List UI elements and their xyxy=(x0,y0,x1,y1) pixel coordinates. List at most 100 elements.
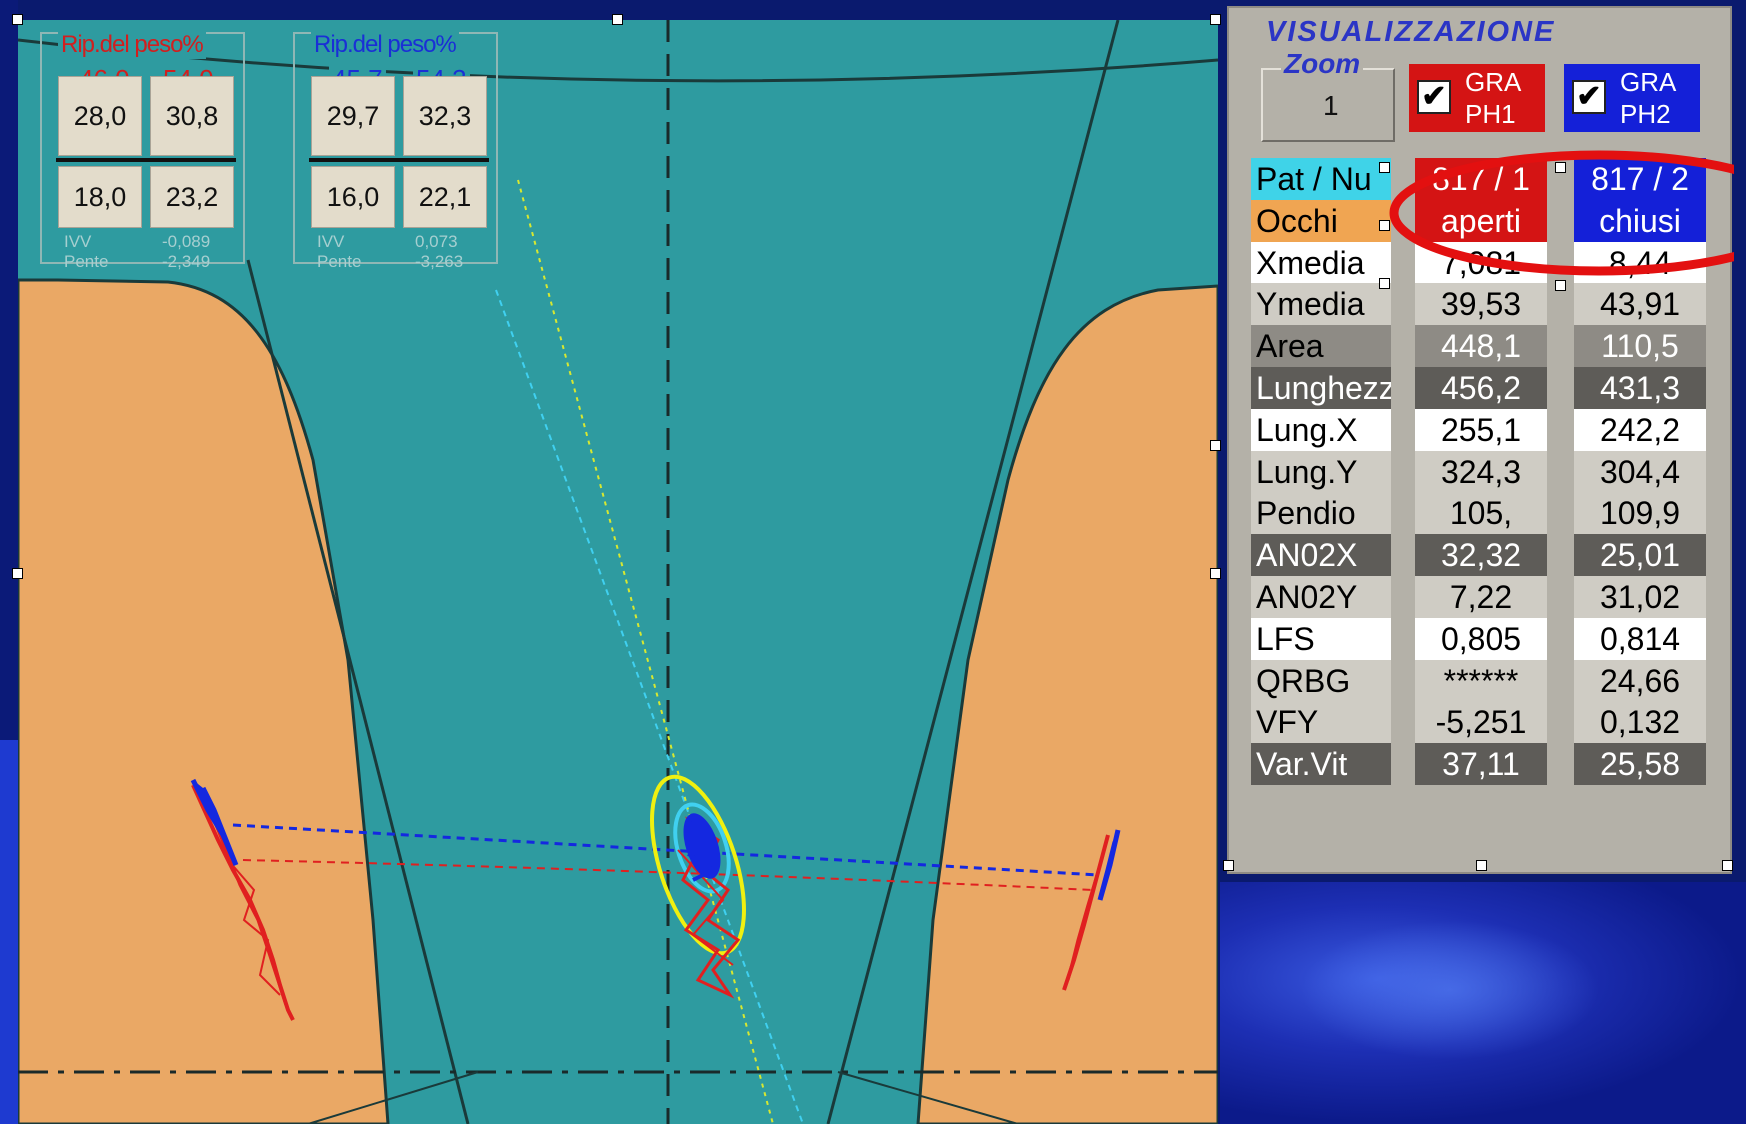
cyan-trend-line xyxy=(495,289,804,1124)
row-value-ph2: 431,3 xyxy=(1574,367,1706,409)
stabilometry-canvas[interactable]: Rip.del peso% 46,0 54,0 28,0 30,8 18,0 2… xyxy=(18,20,1218,1124)
row-value-ph1: 0,805 xyxy=(1415,617,1547,660)
weight-box-1-ivv-value: -0,089 xyxy=(162,232,211,251)
weight-box-1-top-right: 30,8 xyxy=(150,76,234,156)
row-value-ph1: 448,1 xyxy=(1415,325,1547,368)
weight-box-2-pente-label: Pente xyxy=(317,252,362,271)
row-label: AN02Y xyxy=(1251,576,1391,618)
weight-box-2-bottom-right: 22,1 xyxy=(403,166,487,228)
row-value-ph2: 43,91 xyxy=(1574,283,1706,326)
weight-box-1-pente-label: Pente xyxy=(64,252,109,271)
table-row: AN02Y 7,22 31,02 xyxy=(1251,574,1723,620)
row-label: VFY xyxy=(1251,701,1391,744)
resize-handle[interactable] xyxy=(1379,278,1390,289)
row-label: Lung.X xyxy=(1251,408,1391,451)
row-label: LFS xyxy=(1251,617,1391,660)
row-value-ph1: ****** xyxy=(1415,659,1547,702)
resize-handle[interactable] xyxy=(1379,220,1390,231)
zoom-label: Zoom xyxy=(1281,48,1364,80)
row-label: Ymedia xyxy=(1251,283,1391,326)
visualization-panel: VISUALIZZAZIONE Zoom 1 ✔ GRA PH1 ✔ GRA P… xyxy=(1223,6,1734,874)
row-value-ph1: 39,53 xyxy=(1415,283,1547,326)
gra-ph1-label-1: GRA xyxy=(1465,67,1522,97)
row-value-ph2: 25,58 xyxy=(1574,743,1706,786)
weight-box-2-ivv-label: IVV xyxy=(317,232,345,251)
row-label: Area xyxy=(1251,325,1391,368)
table-row: Lunghezz 456,2 431,3 xyxy=(1251,365,1723,411)
table-row: AN02X 32,32 25,01 xyxy=(1251,532,1723,578)
row-label: AN02X xyxy=(1251,534,1391,577)
row-value-ph2: 25,01 xyxy=(1574,534,1706,577)
weight-box-1-top-left: 28,0 xyxy=(58,76,142,156)
gra-ph1-label-2: PH1 xyxy=(1465,99,1516,129)
row-value-ph1: 255,1 xyxy=(1415,408,1547,451)
resize-handle[interactable] xyxy=(1555,280,1566,291)
row-value-ph2: 0,132 xyxy=(1574,701,1706,744)
weight-box-1-separator xyxy=(56,158,236,162)
row-value-ph1: 37,11 xyxy=(1415,743,1547,786)
right-foot-outline xyxy=(916,284,1218,1124)
row-label: Lunghezz xyxy=(1251,367,1391,409)
weight-distribution-box-2: Rip.del peso% 45,7 54,3 29,7 32,3 16,0 2… xyxy=(293,31,498,271)
weight-box-1-ivv-label: IVV xyxy=(64,232,92,251)
row-label: QRBG xyxy=(1251,659,1391,702)
weight-distribution-box-1: Rip.del peso% 46,0 54,0 28,0 30,8 18,0 2… xyxy=(40,31,245,271)
left-foot-outline xyxy=(18,278,390,1124)
row-value-ph2: 304,4 xyxy=(1574,450,1706,493)
row-label: Var.Vit xyxy=(1251,743,1391,786)
row-label: Pendio xyxy=(1251,492,1391,535)
gra-ph1-toggle[interactable]: ✔ GRA PH1 xyxy=(1409,64,1545,132)
gra-ph1-checkbox[interactable]: ✔ xyxy=(1417,80,1451,114)
weight-box-1-bottom-left: 18,0 xyxy=(58,166,142,228)
gra-ph2-toggle[interactable]: ✔ GRA PH2 xyxy=(1564,64,1700,132)
table-row: Area 448,1 110,5 xyxy=(1251,323,1723,369)
row-value-ph1: 324,3 xyxy=(1415,450,1547,493)
row-value-ph1: -5,251 xyxy=(1415,701,1547,744)
weight-box-2-ivv-value: 0,073 xyxy=(415,232,458,251)
resize-handle[interactable] xyxy=(1210,568,1221,579)
resize-handle[interactable] xyxy=(1210,440,1221,451)
resize-handle[interactable] xyxy=(1722,860,1733,871)
left-background-strip-blue xyxy=(0,740,18,1124)
highlight-circle xyxy=(1389,150,1734,276)
table-row: Lung.X 255,1 242,2 xyxy=(1251,407,1723,453)
table-row: Ymedia 39,53 43,91 xyxy=(1251,281,1723,327)
resize-handle[interactable] xyxy=(1223,860,1234,871)
row-label: Lung.Y xyxy=(1251,450,1391,493)
background-pattern-highlight xyxy=(1300,920,1600,1060)
weight-box-2-pente-value: -3,263 xyxy=(415,252,464,271)
gra-ph2-checkbox[interactable]: ✔ xyxy=(1572,80,1606,114)
resize-handle[interactable] xyxy=(12,568,23,579)
weight-box-2-bottom-left: 16,0 xyxy=(311,166,395,228)
table-row: LFS 0,805 0,814 xyxy=(1251,616,1723,662)
row-value-ph2: 110,5 xyxy=(1574,325,1706,368)
resize-handle[interactable] xyxy=(612,14,623,25)
row-value-ph2: 0,814 xyxy=(1574,617,1706,660)
weight-box-1-pente-value: -2,349 xyxy=(162,252,211,271)
row-value-ph2: 242,2 xyxy=(1574,408,1706,451)
resize-handle[interactable] xyxy=(1210,14,1221,25)
resize-handle[interactable] xyxy=(1555,162,1566,173)
row-value-ph2: 109,9 xyxy=(1574,492,1706,535)
weight-box-2-top-left: 29,7 xyxy=(311,76,395,156)
resize-handle[interactable] xyxy=(12,14,23,25)
row-value-ph1: 456,2 xyxy=(1415,367,1547,409)
resize-handle[interactable] xyxy=(1379,162,1390,173)
panel-title: VISUALIZZAZIONE xyxy=(1263,16,1559,49)
resize-handle[interactable] xyxy=(1476,860,1487,871)
weight-box-2-separator xyxy=(309,158,489,162)
table-row: VFY -5,251 0,132 xyxy=(1251,699,1723,745)
row-value-ph1: 32,32 xyxy=(1415,534,1547,577)
row-value-ph2: 31,02 xyxy=(1574,576,1706,618)
zoom-value[interactable]: 1 xyxy=(1323,90,1339,122)
gra-ph2-label-2: PH2 xyxy=(1620,99,1671,129)
table-row: Pendio 105, 109,9 xyxy=(1251,490,1723,536)
weight-box-2-top-right: 32,3 xyxy=(403,76,487,156)
yellow-trend-line xyxy=(517,179,774,1124)
row-value-ph1: 105, xyxy=(1415,492,1547,535)
table-row: Var.Vit 37,11 25,58 xyxy=(1251,741,1723,787)
center-of-pressure-trace xyxy=(650,774,746,999)
gra-ph2-label-1: GRA xyxy=(1620,67,1677,97)
weight-box-2-title: Rip.del peso% xyxy=(311,31,459,59)
table-row: QRBG ****** 24,66 xyxy=(1251,658,1723,704)
